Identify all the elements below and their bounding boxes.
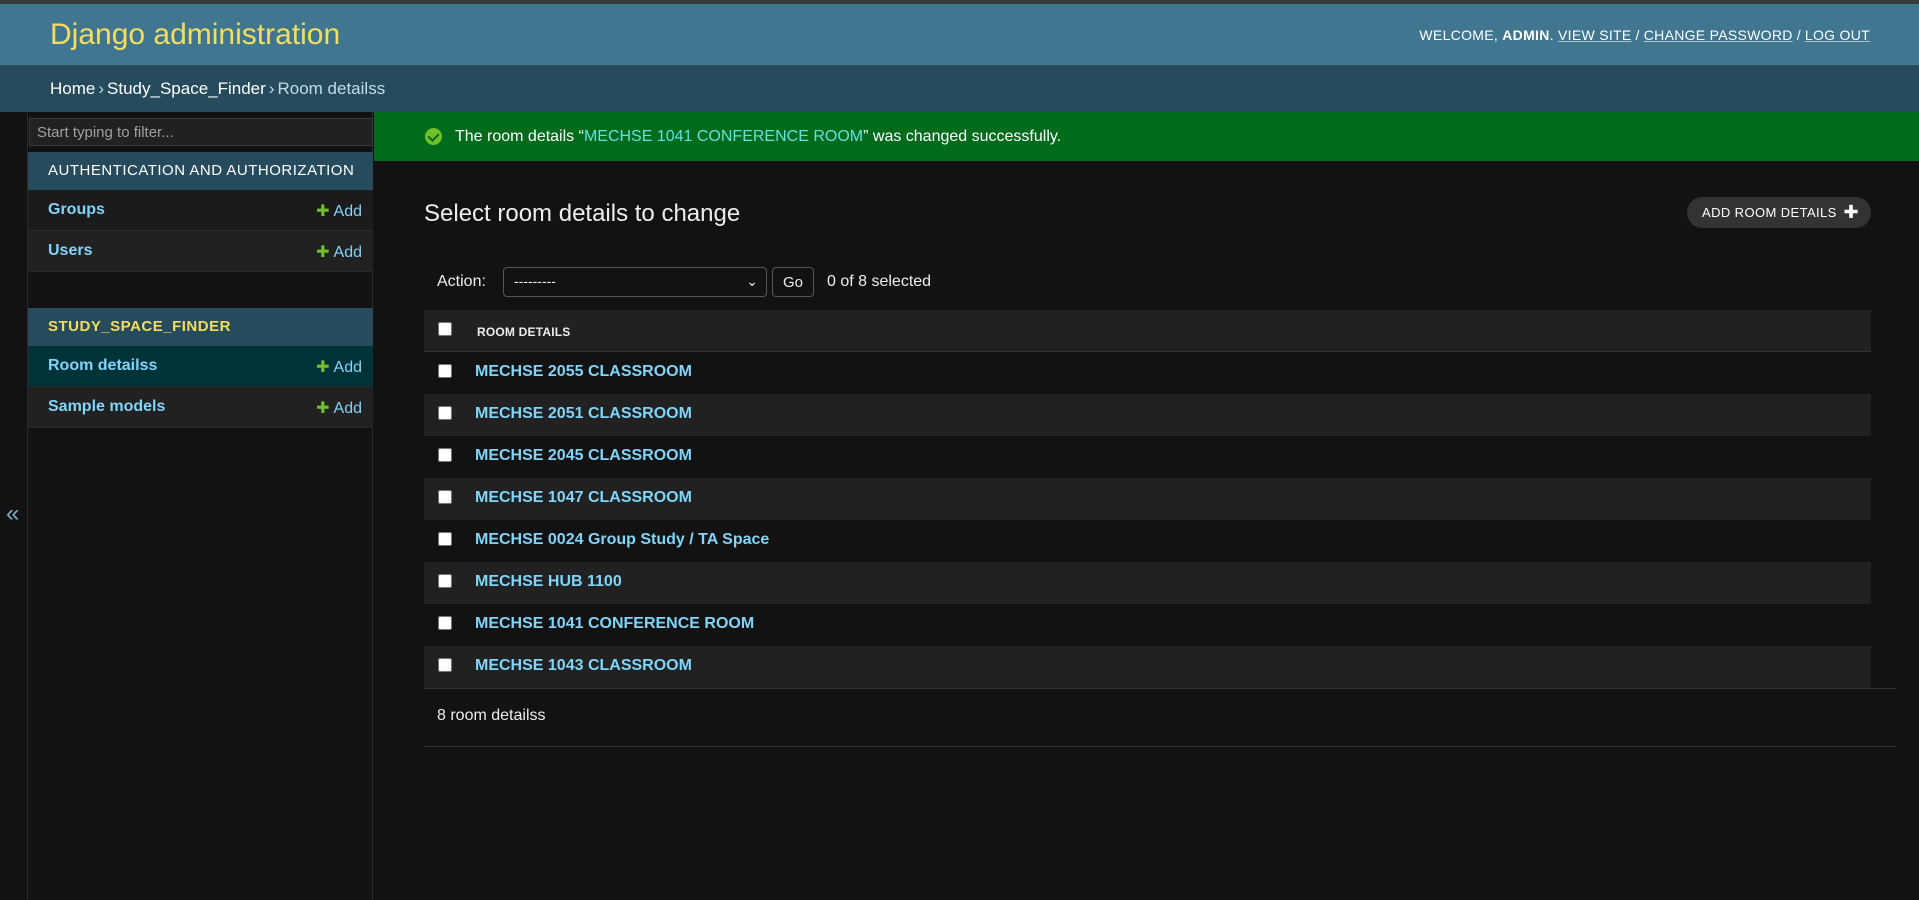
collapse-sidebar-icon[interactable]: « xyxy=(6,500,19,528)
chevron-down-icon: ⌄ xyxy=(746,273,758,289)
table-row: MECHSE 2045 CLASSROOM xyxy=(424,436,1871,478)
row-link[interactable]: MECHSE 1047 CLASSROOM xyxy=(475,489,692,507)
table-row: MECHSE 1043 CLASSROOM xyxy=(424,646,1871,688)
sidebar-item-room-details-link[interactable]: Room detailss xyxy=(48,357,157,375)
page-title: Select room details to change xyxy=(424,200,741,227)
welcome-text: WELCOME, xyxy=(1419,27,1499,43)
breadcrumb-current: Room detailss xyxy=(277,79,386,98)
module-auth: AUTHENTICATION AND AUTHORIZATION Groups … xyxy=(28,152,373,272)
module-caption-study-space-finder[interactable]: STUDY_SPACE_FINDER xyxy=(28,308,373,346)
nav-filter-input[interactable] xyxy=(29,118,373,146)
row-checkbox[interactable] xyxy=(438,364,452,378)
action-label: Action: xyxy=(437,273,486,290)
breadcrumb-app[interactable]: Study_Space_Finder xyxy=(107,79,266,98)
sidebar-item-sample-models-link[interactable]: Sample models xyxy=(48,398,165,416)
user-tools: WELCOME, ADMIN. VIEW SITE / CHANGE PASSWOR… xyxy=(1419,27,1870,43)
plus-icon: ✚ xyxy=(316,359,330,376)
module-caption-auth[interactable]: AUTHENTICATION AND AUTHORIZATION xyxy=(28,152,373,190)
sidebar-item-groups[interactable]: Groups ✚ Add xyxy=(28,190,373,231)
site-branding[interactable]: Django administration xyxy=(50,18,340,52)
success-message: The room details “MECHSE 1041 CONFERENCE… xyxy=(374,112,1919,161)
sidebar-item-users-link[interactable]: Users xyxy=(48,242,92,260)
selection-counter: 0 of 8 selected xyxy=(827,273,932,290)
header: Django administration WELCOME, ADMIN. VI… xyxy=(0,4,1919,65)
row-link[interactable]: MECHSE 2055 CLASSROOM xyxy=(475,363,692,381)
table-bottom-border xyxy=(424,688,1896,689)
paginator-count: 8 room detailss xyxy=(437,707,546,724)
result-list-table: ROOM DETAILS MECHSE 2055 CLASSROOM MECHS… xyxy=(424,310,1896,689)
table-header: ROOM DETAILS xyxy=(424,310,1871,352)
change-password-link[interactable]: CHANGE PASSWORD xyxy=(1644,27,1793,43)
add-users-button[interactable]: ✚ Add xyxy=(316,242,362,262)
add-room-details-label: ADD ROOM DETAILS xyxy=(1702,205,1837,220)
add-room-details-button[interactable]: ADD ROOM DETAILS ✚ xyxy=(1687,197,1871,228)
success-check-icon xyxy=(425,128,442,145)
go-button[interactable]: Go xyxy=(772,267,814,297)
row-checkbox[interactable] xyxy=(438,616,452,630)
breadcrumb: Home › Study_Space_Finder › Room detailss xyxy=(0,65,1919,112)
row-link[interactable]: MECHSE 1043 CLASSROOM xyxy=(475,657,692,675)
breadcrumb-home[interactable]: Home xyxy=(50,79,95,98)
table-row: MECHSE HUB 1100 xyxy=(424,562,1871,604)
row-checkbox[interactable] xyxy=(438,448,452,462)
row-link[interactable]: MECHSE 0024 Group Study / TA Space xyxy=(475,531,769,549)
plus-icon: ✚ xyxy=(316,203,330,220)
row-link[interactable]: MECHSE HUB 1100 xyxy=(475,573,622,591)
paginator: 8 room detailss xyxy=(424,697,1896,747)
username: ADMIN xyxy=(1502,27,1550,43)
main-content: The room details “MECHSE 1041 CONFERENCE… xyxy=(374,112,1919,900)
table-row: MECHSE 2051 CLASSROOM xyxy=(424,394,1871,436)
table-row: MECHSE 1047 CLASSROOM xyxy=(424,478,1871,520)
sidebar-item-groups-link[interactable]: Groups xyxy=(48,201,105,219)
module-study-space-finder: STUDY_SPACE_FINDER Room detailss ✚ Add Sa… xyxy=(28,308,373,428)
row-link[interactable]: MECHSE 2051 CLASSROOM xyxy=(475,405,692,423)
row-link[interactable]: MECHSE 1041 CONFERENCE ROOM xyxy=(475,615,754,633)
plus-icon: ✚ xyxy=(316,244,330,261)
add-groups-button[interactable]: ✚ Add xyxy=(316,201,362,221)
nav-toggle-column: « xyxy=(0,112,28,900)
sidebar-item-room-details[interactable]: Room detailss ✚ Add xyxy=(28,346,373,387)
row-checkbox[interactable] xyxy=(438,406,452,420)
message-object-link[interactable]: MECHSE 1041 CONFERENCE ROOM xyxy=(584,128,863,145)
row-link[interactable]: MECHSE 2045 CLASSROOM xyxy=(475,447,692,465)
message-suffix: ” was changed successfully. xyxy=(863,128,1062,145)
row-checkbox[interactable] xyxy=(438,532,452,546)
action-select[interactable]: --------- ⌄ xyxy=(503,267,767,297)
add-room-details-sidebar-button[interactable]: ✚ Add xyxy=(316,357,362,377)
row-checkbox[interactable] xyxy=(438,490,452,504)
select-all-checkbox[interactable] xyxy=(438,322,452,336)
row-checkbox[interactable] xyxy=(438,574,452,588)
log-out-link[interactable]: LOG OUT xyxy=(1805,27,1870,43)
plus-icon: ✚ xyxy=(316,400,330,417)
sidebar-item-sample-models[interactable]: Sample models ✚ Add xyxy=(28,387,373,428)
column-header-room-details[interactable]: ROOM DETAILS xyxy=(477,325,571,339)
action-selected-value: --------- xyxy=(514,273,556,289)
message-prefix: The room details “ xyxy=(455,128,584,145)
sidebar-item-users[interactable]: Users ✚ Add xyxy=(28,231,373,272)
add-sample-models-button[interactable]: ✚ Add xyxy=(316,398,362,418)
view-site-link[interactable]: VIEW SITE xyxy=(1558,27,1632,43)
table-row: MECHSE 0024 Group Study / TA Space xyxy=(424,520,1871,562)
table-row: MECHSE 1041 CONFERENCE ROOM xyxy=(424,604,1871,646)
table-row: MECHSE 2055 CLASSROOM xyxy=(424,352,1871,394)
plus-icon: ✚ xyxy=(1843,202,1859,222)
nav-sidebar: AUTHENTICATION AND AUTHORIZATION Groups … xyxy=(28,112,373,900)
row-checkbox[interactable] xyxy=(438,658,452,672)
